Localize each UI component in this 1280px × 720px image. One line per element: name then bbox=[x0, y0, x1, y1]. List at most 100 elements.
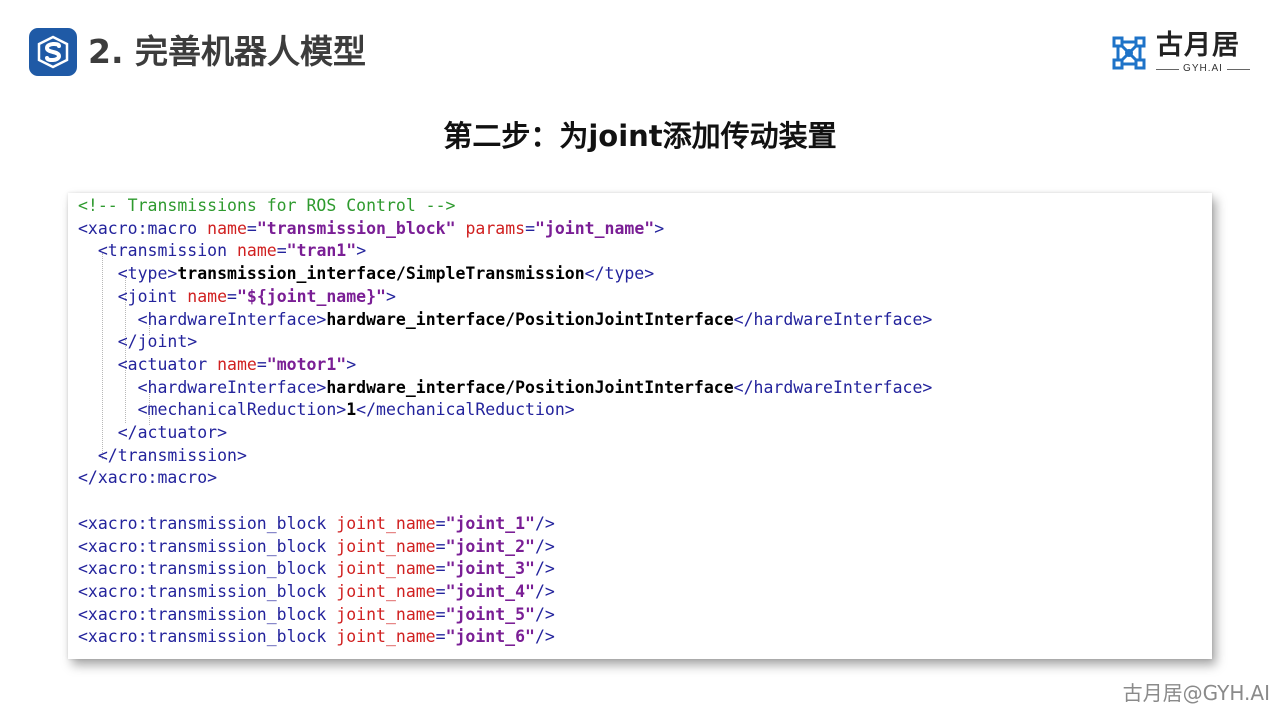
code-tag: > bbox=[654, 218, 665, 238]
code-tag: <mechanicalReduction> bbox=[78, 400, 347, 420]
code-tag: </actuator> bbox=[78, 423, 228, 442]
code-tag: = bbox=[256, 354, 267, 374]
code-line: <mechanicalReduction>1</mechanicalReduct… bbox=[78, 399, 575, 421]
code-tag: <type> bbox=[78, 264, 178, 284]
code-value: "joint_name" bbox=[535, 218, 655, 238]
code-tag: = bbox=[525, 218, 535, 238]
code-text: hardware_interface/PositionJointInterfac… bbox=[326, 377, 734, 397]
brand-name: 古月居 bbox=[1156, 30, 1240, 61]
code-tag: <xacro:transmission_block bbox=[78, 536, 337, 556]
code-tag: <hardwareInterface> bbox=[78, 309, 327, 329]
code-attribute: name bbox=[187, 286, 228, 306]
code-value: "transmission_block" bbox=[256, 218, 456, 238]
code-tag: /> bbox=[534, 604, 555, 624]
code-line: <!-- Transmissions for ROS Control --> bbox=[78, 195, 456, 217]
code-line: </transmission> bbox=[78, 445, 247, 467]
header-logo bbox=[29, 28, 77, 76]
code-tag: <xacro:transmission_block bbox=[78, 581, 337, 601]
code-line: <type>transmission_interface/SimpleTrans… bbox=[78, 263, 654, 285]
code-tag: /> bbox=[534, 513, 555, 533]
code-line: </joint> bbox=[78, 331, 197, 353]
code-value: "joint_5" bbox=[445, 604, 535, 624]
code-tag: <actuator bbox=[78, 354, 218, 374]
step-title: 第二步：为joint添加传动装置 bbox=[443, 119, 837, 153]
code-line: <xacro:macro name="transmission_block" p… bbox=[78, 218, 664, 240]
code-tag: </transmission> bbox=[78, 445, 247, 465]
brand-sub-text: GYH.AI bbox=[1183, 63, 1223, 74]
code-line: <xacro:transmission_block joint_name="jo… bbox=[78, 604, 555, 626]
code-tag: /> bbox=[534, 536, 555, 556]
code-value: "tran1" bbox=[286, 241, 357, 261]
code-line: <xacro:transmission_block joint_name="jo… bbox=[78, 558, 555, 580]
code-line: </xacro:macro> bbox=[78, 467, 217, 489]
code-tag: </xacro:macro> bbox=[78, 468, 218, 488]
code-tag: /> bbox=[534, 627, 555, 647]
code-tag: </hardwareInterface> bbox=[733, 309, 933, 329]
code-tag: </hardwareInterface> bbox=[733, 377, 933, 397]
code-tag: = bbox=[276, 241, 287, 261]
code-tag: /> bbox=[534, 559, 555, 579]
code-comment: <!-- Transmissions for ROS Control --> bbox=[78, 196, 456, 215]
code-line: <xacro:transmission_block joint_name="jo… bbox=[78, 581, 555, 603]
code-value: "joint_6" bbox=[445, 627, 535, 647]
code-tag: </joint> bbox=[78, 332, 198, 352]
code-tag: /> bbox=[534, 581, 555, 601]
code-value: "joint_1" bbox=[445, 513, 535, 533]
code-attribute: name bbox=[217, 354, 257, 374]
code-tag: <hardwareInterface> bbox=[78, 377, 327, 397]
code-tag: <xacro:transmission_block bbox=[78, 604, 337, 624]
code-text: transmission_interface/SimpleTransmissio… bbox=[177, 264, 585, 284]
code-line: <xacro:transmission_block joint_name="jo… bbox=[78, 513, 555, 535]
brand-rule-left bbox=[1156, 68, 1180, 70]
code-tag: </type> bbox=[584, 264, 655, 284]
code-attribute: joint_name bbox=[336, 559, 436, 579]
code-line: <hardwareInterface>hardware_interface/Po… bbox=[78, 309, 933, 331]
code-line: <transmission name="tran1"> bbox=[78, 240, 366, 262]
code-attribute: joint_name bbox=[336, 627, 436, 647]
code-tag: > bbox=[385, 286, 396, 306]
code-tag: = bbox=[435, 536, 446, 556]
code-line: <joint name="${joint_name}"> bbox=[78, 286, 396, 308]
code-tag: = bbox=[227, 286, 237, 306]
code-value: "joint_3" bbox=[445, 559, 535, 579]
code-tag: <xacro:transmission_block bbox=[78, 513, 337, 533]
code-tag: <xacro:transmission_block bbox=[78, 559, 337, 579]
code-line: <xacro:transmission_block joint_name="jo… bbox=[78, 536, 555, 558]
code-tag: <transmission bbox=[78, 241, 237, 261]
brand-network-icon bbox=[1112, 36, 1146, 70]
code-attribute: joint_name bbox=[336, 581, 436, 601]
code-tag: > bbox=[346, 354, 357, 374]
code-tag: = bbox=[246, 218, 257, 238]
code-value: "${joint_name}" bbox=[236, 286, 386, 306]
code-attribute: joint_name bbox=[336, 536, 436, 556]
code-attribute: name bbox=[207, 218, 247, 238]
code-line: <actuator name="motor1"> bbox=[78, 354, 356, 376]
code-tag: > bbox=[356, 241, 367, 261]
code-tag: = bbox=[435, 604, 446, 624]
code-line: <xacro:transmission_block joint_name="jo… bbox=[78, 626, 555, 648]
code-value: "joint_4" bbox=[445, 581, 535, 601]
code-tag: = bbox=[435, 627, 446, 647]
brand-logo: 古月居 GYH.AI bbox=[1108, 30, 1253, 76]
code-value: "motor1" bbox=[266, 354, 347, 374]
slide-title: 2. 完善机器人模型 bbox=[88, 32, 366, 71]
code-tag: </mechanicalReduction> bbox=[356, 400, 575, 420]
code-attribute: joint_name bbox=[336, 604, 436, 624]
code-attribute: joint_name bbox=[336, 513, 436, 533]
code-tag: <xacro:transmission_block bbox=[78, 627, 337, 647]
code-panel: <!-- Transmissions for ROS Control --> <x… bbox=[68, 193, 1212, 659]
code-tag: = bbox=[435, 559, 446, 579]
code-tag: <xacro:macro bbox=[78, 218, 208, 238]
brand-subtitle: GYH.AI bbox=[1156, 63, 1250, 75]
s-box-logo-icon bbox=[37, 35, 69, 69]
code-tag: = bbox=[435, 513, 446, 533]
watermark: 古月居@GYH.AI bbox=[1122, 681, 1270, 705]
code-tag: <joint bbox=[78, 286, 188, 306]
code-attribute: params bbox=[465, 218, 526, 238]
code-line: </actuator> bbox=[78, 422, 227, 444]
brand-rule-right bbox=[1226, 68, 1250, 70]
code-tag: = bbox=[435, 581, 446, 601]
code-text: 1 bbox=[346, 400, 357, 420]
code-tag bbox=[456, 219, 466, 238]
code-attribute: name bbox=[236, 241, 277, 261]
